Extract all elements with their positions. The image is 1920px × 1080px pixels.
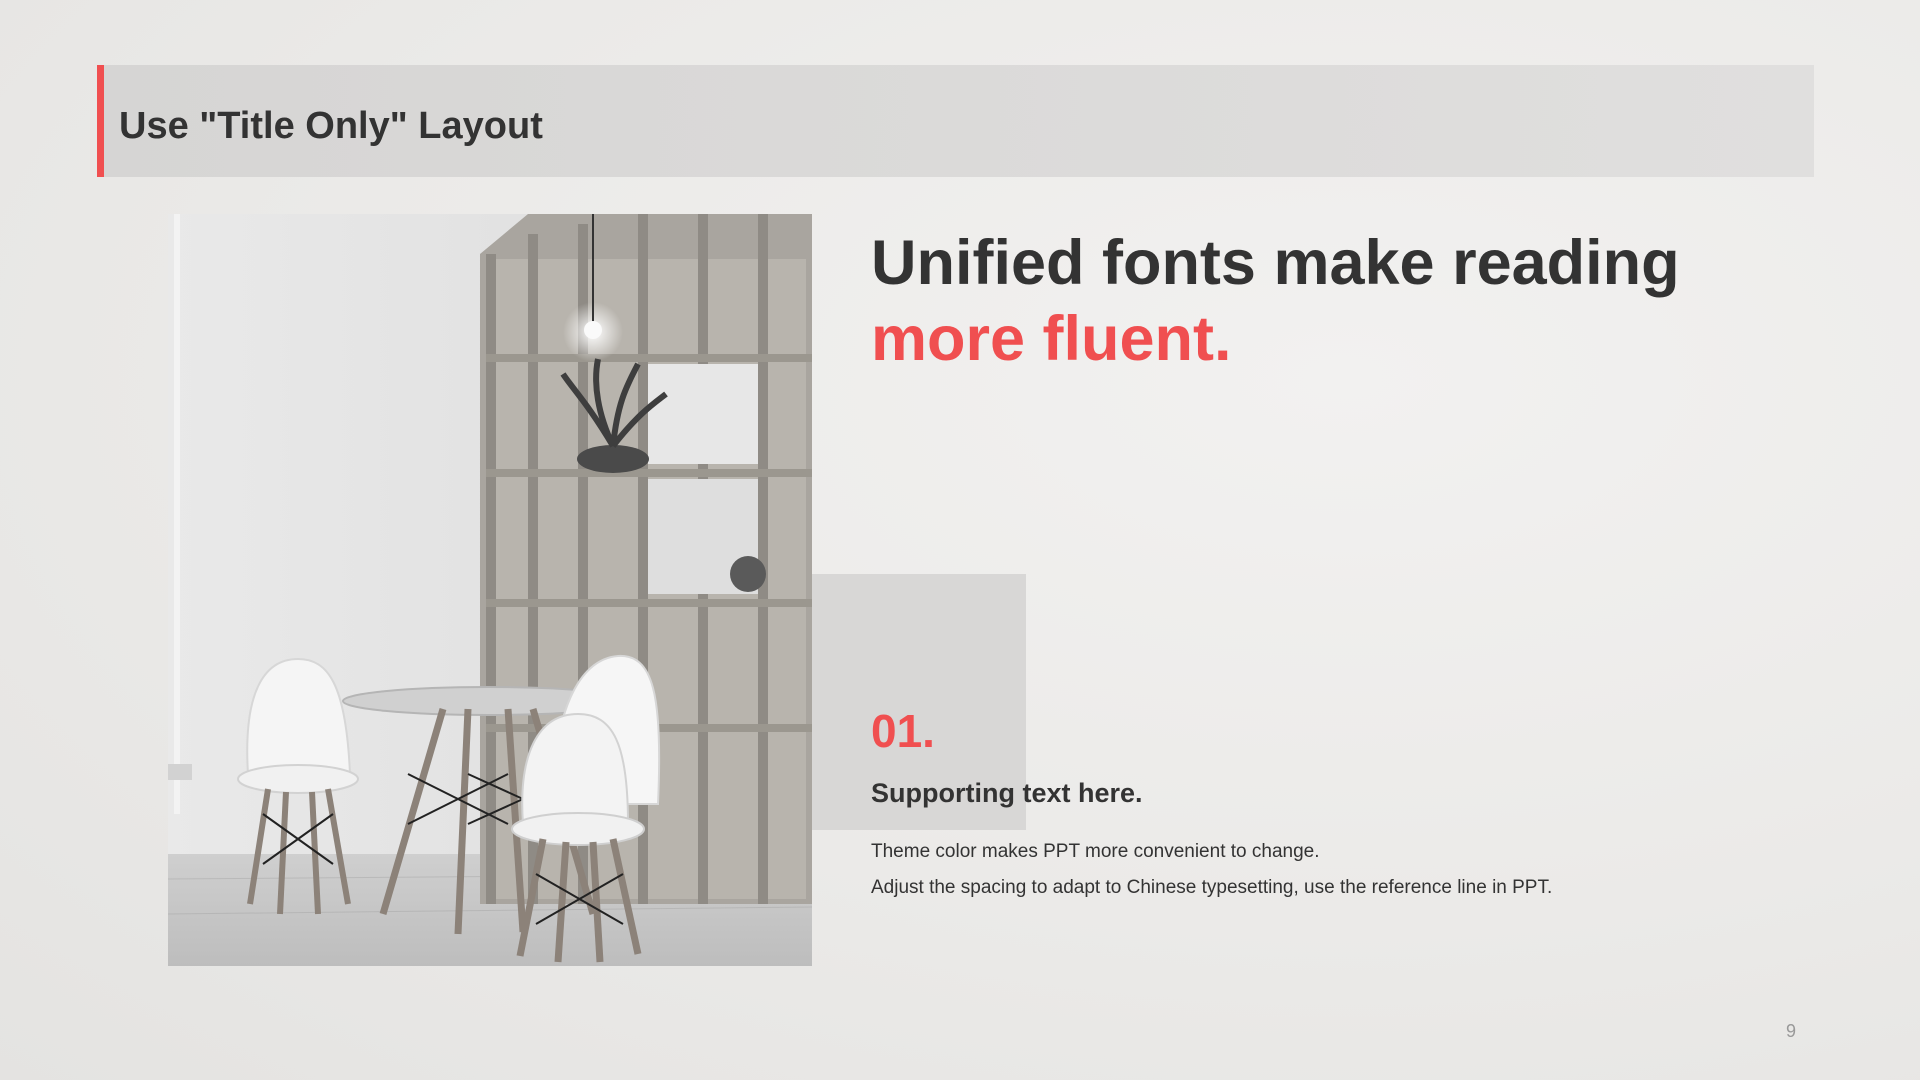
page-number: 9 (1786, 1021, 1797, 1041)
title-accent-bar (97, 65, 104, 177)
interior-photo[interactable] (168, 214, 812, 966)
headline[interactable]: Unified fonts make reading more fluent. (871, 225, 1680, 377)
slide-title[interactable]: Use "Title Only" Layout (119, 105, 543, 148)
section-number[interactable]: 01. (871, 708, 935, 754)
supporting-subheading[interactable]: Supporting text here. (871, 778, 1143, 809)
body-text-line-1[interactable]: Theme color makes PPT more convenient to… (871, 841, 1320, 864)
headline-line-2-accent: more fluent. (871, 304, 1232, 374)
headline-line-1: Unified fonts make reading (871, 228, 1680, 298)
body-text-line-2[interactable]: Adjust the spacing to adapt to Chinese t… (871, 877, 1552, 900)
